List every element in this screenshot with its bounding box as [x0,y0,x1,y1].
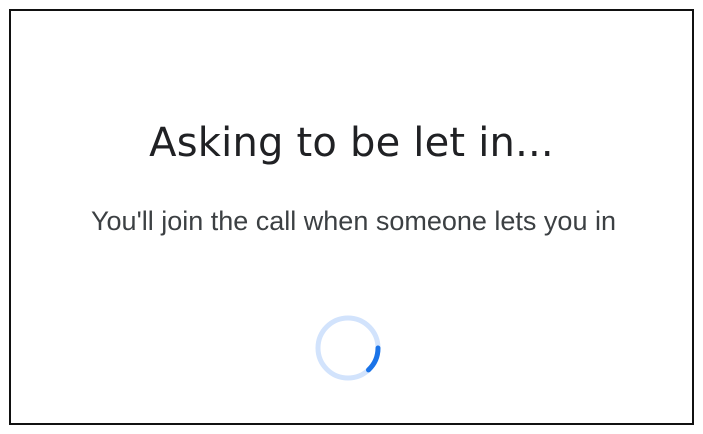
loading-spinner-icon [315,315,381,381]
waiting-room-dialog: Asking to be let in... You'll join the c… [9,9,694,425]
waiting-message: You'll join the call when someone lets y… [91,206,616,236]
waiting-title: Asking to be let in... [149,120,554,166]
